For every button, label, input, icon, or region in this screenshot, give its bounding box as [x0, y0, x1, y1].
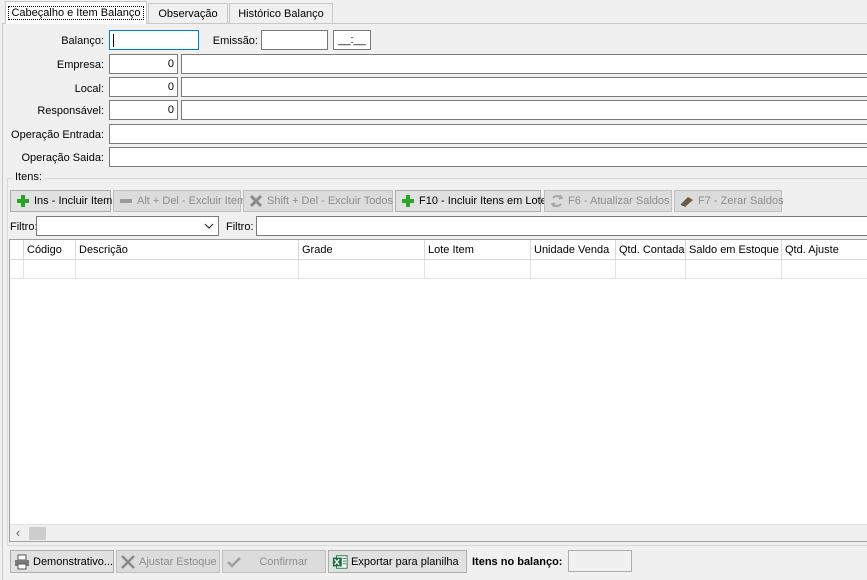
demonstrativo-label: Demonstrativo...	[33, 555, 114, 568]
responsavel-code-input[interactable]: 0	[109, 100, 178, 120]
delete-x-icon	[248, 193, 264, 209]
eraser-icon	[679, 193, 695, 209]
excluir-item-label: Alt + Del - Excluir Item	[137, 195, 247, 207]
row-indicator	[10, 260, 24, 279]
emissao-date-input[interactable]	[261, 30, 328, 50]
balanco-label: Balanço:	[61, 35, 104, 47]
excluir-todos-label: Shift + Del - Excluir Todos	[267, 195, 394, 207]
chevron-down-icon	[203, 218, 215, 235]
cell-descricao[interactable]	[76, 260, 299, 279]
horizontal-scrollbar[interactable]: ‹	[10, 524, 867, 541]
excel-icon	[332, 554, 348, 570]
table-row[interactable]	[10, 260, 867, 279]
cell-qtd-contada[interactable]	[616, 260, 686, 279]
incluir-item-label: Ins - Incluir Item	[34, 195, 113, 207]
filtro-texto-label: Filtro:	[226, 221, 254, 233]
itens-no-balanco-label: Itens no balanço:	[472, 556, 563, 568]
operacao-entrada-input[interactable]	[109, 124, 867, 144]
printer-icon	[14, 554, 30, 570]
ajustar-estoque-label: Ajustar Estoque	[139, 555, 217, 568]
empresa-name-field[interactable]	[181, 54, 867, 74]
cell-grade[interactable]	[299, 260, 425, 279]
empresa-label: Empresa:	[56, 59, 104, 71]
filtro-texto-input[interactable]	[256, 216, 867, 236]
emissao-time-input[interactable]: __:__	[333, 30, 371, 50]
atualizar-saldos-label: F6 - Atualizar Saldos	[568, 195, 670, 207]
column-header-saldo-estoque[interactable]: Saldo em Estoque	[686, 240, 782, 260]
zerar-saldos-button[interactable]: F7 - Zerar Saldos	[674, 190, 784, 212]
scrollbar-thumb[interactable]	[29, 527, 46, 540]
excluir-todos-button[interactable]: Shift + Del - Excluir Todos	[243, 190, 393, 212]
minus-icon	[118, 193, 134, 209]
tab-observacao[interactable]: Observação	[148, 3, 228, 24]
exportar-planilha-label: Exportar para planilha	[351, 555, 459, 568]
confirmar-button[interactable]: Confirmar	[222, 550, 326, 573]
emissao-label: Emissão:	[212, 35, 258, 47]
column-header-qtd-ajuste[interactable]: Qtd. Ajuste	[782, 240, 867, 260]
itens-no-balanco-value	[568, 550, 632, 572]
column-header-unidade-venda[interactable]: Unidade Venda	[531, 240, 616, 260]
cell-unidade-venda[interactable]	[531, 260, 616, 279]
operacao-entrada-label: Operação Entrada:	[11, 129, 104, 141]
plus-icon	[15, 193, 31, 209]
balanco-input[interactable]	[109, 30, 199, 50]
tab-label: Cabeçalho e Item Balanço	[8, 6, 144, 20]
ajustar-estoque-button[interactable]: Ajustar Estoque	[116, 550, 220, 573]
excluir-item-button[interactable]: Alt + Del - Excluir Item	[113, 190, 246, 212]
cell-codigo[interactable]	[24, 260, 76, 279]
empresa-code-input[interactable]: 0	[109, 54, 178, 74]
column-header-grade[interactable]: Grade	[299, 240, 425, 260]
refresh-icon	[549, 193, 565, 209]
responsavel-name-field[interactable]	[181, 100, 867, 120]
grid-header: Código Descrição Grade Lote Item Unidade…	[10, 240, 867, 260]
column-header-lote-item[interactable]: Lote Item	[425, 240, 531, 260]
tab-historico-balanco[interactable]: Histórico Balanço	[229, 3, 333, 24]
checkmark-icon	[226, 554, 242, 570]
filtro-campo-select[interactable]	[36, 216, 219, 236]
column-header-qtd-contada[interactable]: Qtd. Contada	[616, 240, 686, 260]
tab-label: Histórico Balanço	[238, 8, 324, 20]
tab-cabecalho-item-balanco[interactable]: Cabeçalho e Item Balanço	[5, 1, 147, 24]
operacao-saida-label: Operação Saida:	[21, 152, 104, 164]
grid-indicator-column	[10, 240, 24, 260]
tools-icon	[120, 554, 136, 570]
cell-saldo-estoque[interactable]	[686, 260, 782, 279]
local-code-input[interactable]: 0	[109, 77, 178, 97]
confirmar-label: Confirmar	[259, 555, 308, 568]
exportar-planilha-button[interactable]: Exportar para planilha	[328, 550, 467, 573]
incluir-item-button[interactable]: Ins - Incluir Item	[10, 190, 113, 212]
local-name-field[interactable]	[181, 77, 867, 97]
plus-icon	[400, 193, 416, 209]
local-label: Local:	[74, 83, 104, 95]
responsavel-label: Responsável:	[37, 105, 104, 117]
tab-label: Observação	[158, 8, 218, 20]
incluir-itens-lote-label: F10 - Incluir Itens em Lote	[419, 195, 547, 207]
itens-group-title: Itens:	[13, 171, 44, 183]
cell-qtd-ajuste[interactable]	[782, 260, 867, 279]
cell-lote-item[interactable]	[425, 260, 531, 279]
scroll-left-arrow[interactable]: ‹	[12, 525, 24, 541]
zerar-saldos-label: F7 - Zerar Saldos	[698, 195, 784, 207]
itens-grid[interactable]: Código Descrição Grade Lote Item Unidade…	[9, 239, 867, 542]
column-header-descricao[interactable]: Descrição	[76, 240, 299, 260]
text-caret	[113, 33, 114, 47]
column-header-codigo[interactable]: Código	[24, 240, 76, 260]
demonstrativo-button[interactable]: Demonstrativo...	[10, 550, 114, 573]
atualizar-saldos-button[interactable]: F6 - Atualizar Saldos	[544, 190, 672, 212]
operacao-saida-input[interactable]	[109, 147, 867, 167]
incluir-itens-lote-button[interactable]: F10 - Incluir Itens em Lote	[395, 190, 547, 212]
